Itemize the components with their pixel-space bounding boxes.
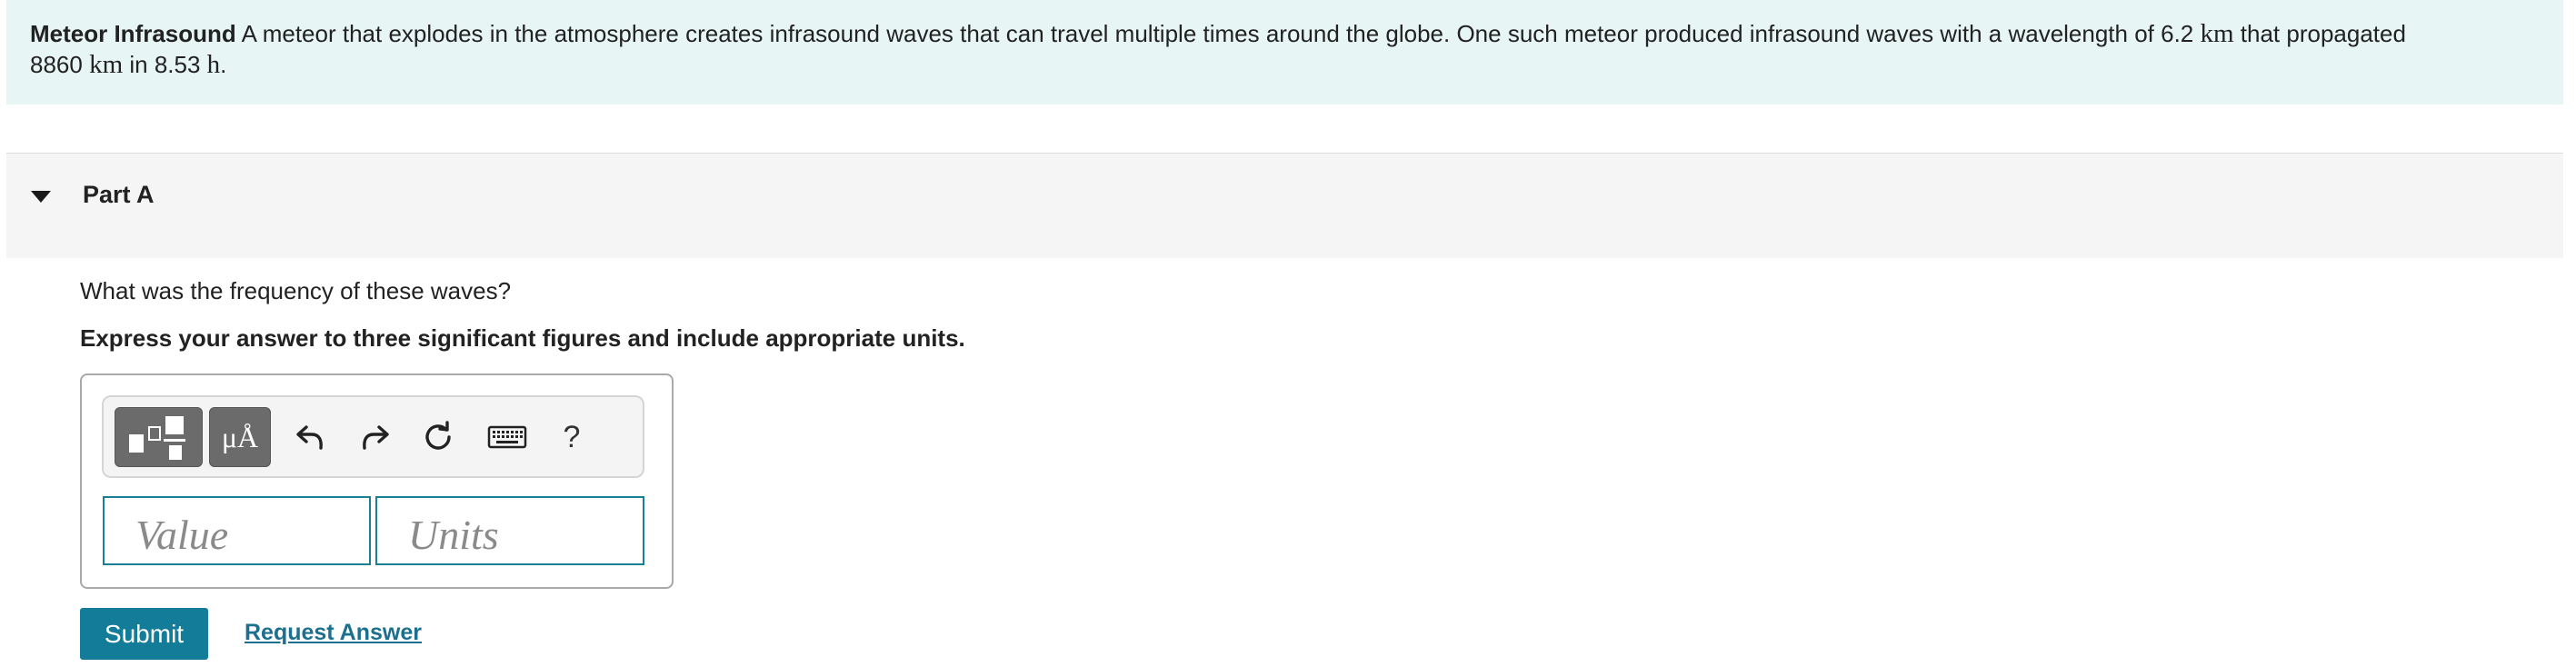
part-a-header[interactable]: Part A <box>6 153 2563 258</box>
units-input[interactable] <box>375 496 644 565</box>
request-answer-link[interactable]: Request Answer <box>245 620 422 646</box>
help-button[interactable]: ? <box>547 407 596 467</box>
collapse-caret-icon[interactable] <box>31 191 51 203</box>
keyboard-icon <box>487 425 527 449</box>
value-input[interactable] <box>103 496 371 565</box>
part-title: Part A <box>83 181 155 208</box>
symbols-button[interactable]: μÅ <box>209 407 271 467</box>
problem-text: in 8.53 <box>123 51 207 78</box>
templates-icon <box>128 416 185 460</box>
submit-button[interactable]: Submit <box>80 608 208 660</box>
undo-icon <box>296 425 323 450</box>
problem-title: Meteor Infrasound <box>30 20 236 47</box>
symbols-label: μÅ <box>221 420 259 453</box>
keyboard-button[interactable] <box>478 407 536 467</box>
problem-text: . <box>220 51 227 78</box>
problem-statement: Meteor Infrasound A meteor that explodes… <box>6 0 2563 105</box>
answer-box: μÅ ? Value Units <box>80 373 674 589</box>
reset-button[interactable] <box>413 407 464 467</box>
problem-text: that propagated <box>2233 20 2406 47</box>
unit-km: km <box>2200 19 2234 48</box>
redo-icon <box>363 425 389 450</box>
redo-button[interactable] <box>349 407 400 467</box>
math-toolbar: μÅ ? <box>102 395 644 478</box>
instruction-text: Express your answer to three significant… <box>80 324 965 352</box>
problem-text: A meteor that explodes in the atmosphere… <box>235 20 2201 47</box>
unit-km: km <box>89 50 124 79</box>
reset-icon <box>425 421 451 450</box>
problem-text: 8860 <box>30 51 90 78</box>
templates-button[interactable] <box>115 407 203 467</box>
question-text: What was the frequency of these waves? <box>80 277 512 304</box>
undo-button[interactable] <box>285 407 336 467</box>
unit-h: h <box>206 50 221 79</box>
